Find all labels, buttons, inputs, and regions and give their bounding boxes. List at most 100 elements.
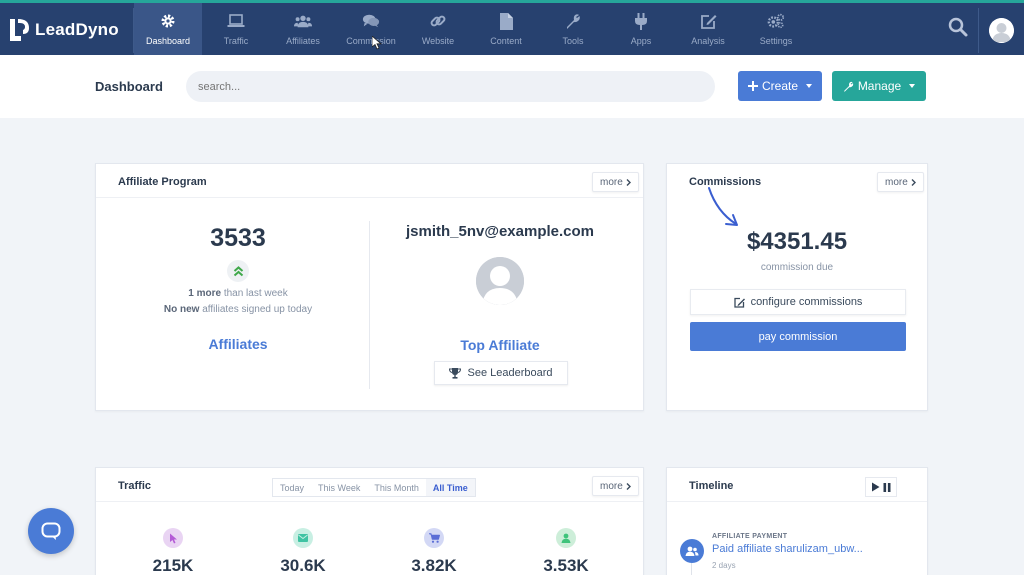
traffic-stat-value: 30.6K [280,556,326,575]
annotation-arrow-icon [708,187,738,226]
users-icon [294,12,312,30]
app-logo[interactable]: LeadDyno [8,13,119,47]
nav-item-dashboard[interactable]: Dashboard [134,3,202,55]
mail-icon [293,528,313,548]
nav-label: Content [490,36,522,46]
nav-label: Traffic [223,36,249,46]
manage-button[interactable]: Manage [832,71,926,101]
traffic-stat-value: 3.82K [411,556,457,575]
gear-icon [159,12,177,30]
search-icon[interactable] [946,15,970,39]
wrench-icon [564,12,582,30]
card-divider [96,197,643,198]
nav-item-commission[interactable]: Commission [337,3,405,55]
users-icon [680,539,704,563]
new-signups-suffix: affiliates signed up today [202,304,313,315]
create-button[interactable]: Create [738,71,822,101]
chevron-right-icon [626,178,631,186]
page-title: Dashboard [95,79,163,94]
nav-label: Affiliates [286,36,320,46]
more-label: more [885,176,908,188]
manage-button-label: Manage [857,79,902,93]
card-title: Timeline [689,480,734,492]
user-avatar[interactable] [989,18,1014,43]
plug-icon [632,12,650,30]
create-button-label: Create [761,79,799,93]
affiliates-link[interactable]: Affiliates [178,336,298,352]
play-icon[interactable] [871,482,880,492]
nav-item-apps[interactable]: Apps [607,3,675,55]
trophy-icon [449,367,462,379]
range-tab-all-time[interactable]: All Time [425,479,475,496]
user-silhouette-icon [476,257,524,305]
card-divider [96,501,643,502]
help-chat-button[interactable] [28,508,74,554]
timeline-item-text[interactable]: Paid affiliate sharulizam_ubw... [712,543,863,555]
caret-down-icon [909,84,916,88]
chat-bubble-icon [41,522,61,540]
page-header: Dashboard Create Manage [0,55,1024,118]
laptop-icon [227,12,245,30]
chevron-right-icon [626,482,631,490]
more-label: more [600,480,623,492]
timeline-line [691,563,692,575]
card-title: Affiliate Program [118,176,207,188]
range-tab-this-month[interactable]: This Month [367,479,426,496]
caret-down-icon [806,84,813,88]
nav-item-settings[interactable]: Settings [742,3,810,55]
weekly-change-suffix: than last week [223,288,288,299]
nav-label: Tools [562,36,584,46]
card-divider [667,501,927,502]
leaddyno-logo-icon [10,19,29,41]
column-divider [369,221,370,389]
edit-icon [733,297,745,308]
double-chevron-up-icon [227,260,249,282]
cart-icon [424,528,444,548]
nav-item-website[interactable]: Website [404,3,472,55]
plus-icon [747,81,758,91]
nav-item-analysis[interactable]: Analysis [674,3,742,55]
more-label: more [600,176,623,188]
nav-item-tools[interactable]: Tools [539,3,607,55]
document-icon [497,12,515,30]
weekly-change-text: 1 more than last week [128,288,348,299]
pay-commission-button[interactable]: pay commission [690,322,906,351]
timeline-item-time: 2 days [712,561,736,570]
traffic-stat-value: 3.53K [543,556,589,575]
see-leaderboard-label: See Leaderboard [467,367,553,379]
nav-label: Commission [346,36,396,46]
app-name: LeadDyno [35,20,119,39]
commission-due-label: commission due [760,262,834,273]
more-button[interactable]: more [592,172,639,192]
traffic-stat-value: 215K [152,556,194,575]
new-signups-count: No new [163,304,200,315]
chat-bubbles-icon [362,12,380,30]
card-title: Traffic [118,480,152,492]
nav-item-traffic[interactable]: Traffic [202,3,270,55]
affiliate-count: 3533 [210,224,266,252]
edit-square-icon [699,12,717,30]
range-tab-this-week[interactable]: This Week [311,479,367,496]
nav-label: Dashboard [145,36,191,46]
nav-divider [978,8,979,53]
configure-commissions-button[interactable]: configure commissions [690,289,906,315]
top-affiliate-avatar [476,257,524,305]
top-navbar: LeadDyno Dashboard Traffic Affiliates Co… [0,0,1024,55]
more-button[interactable]: more [592,476,639,496]
pause-icon[interactable] [883,482,891,492]
nav-label: Website [421,36,455,46]
see-leaderboard-button[interactable]: See Leaderboard [434,361,568,385]
traffic-card: Traffic Today This Week This Month All T… [95,467,644,575]
cursor-icon [163,528,183,548]
timeline-controls [865,477,897,497]
more-button[interactable]: more [877,172,924,192]
range-tab-today[interactable]: Today [273,479,311,496]
gears-icon [767,12,785,30]
nav-item-affiliates[interactable]: Affiliates [269,3,337,55]
nav-label: Apps [630,36,652,46]
weekly-change-count: 1 more [188,288,222,299]
nav-item-content[interactable]: Content [472,3,540,55]
top-affiliate-link[interactable]: Top Affiliate [425,337,575,353]
search-input[interactable] [186,71,715,102]
nav-label: Settings [759,36,793,46]
